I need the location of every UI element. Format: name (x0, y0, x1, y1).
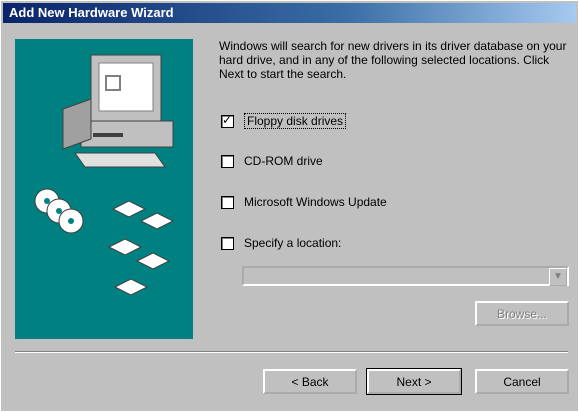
separator (15, 351, 568, 353)
intro-text: Windows will search for new drivers in i… (219, 39, 567, 81)
title-bar: Add New Hardware Wizard (3, 3, 576, 23)
next-button[interactable]: Next > (366, 368, 462, 395)
specify-location-checkbox[interactable] (221, 236, 234, 250)
windows-update-checkbox[interactable] (221, 195, 234, 209)
window-title: Add New Hardware Wizard (9, 5, 174, 20)
back-button[interactable]: < Back (263, 369, 357, 394)
computer-disks-icon (34, 54, 175, 296)
wizard-window: Add New Hardware Wizard Windows will sea… (0, 0, 579, 412)
windows-update-label: Microsoft Windows Update (244, 195, 387, 209)
location-combobox[interactable]: ▼ (242, 266, 569, 286)
floppy-label: Floppy disk drives (244, 113, 347, 129)
wizard-illustration (15, 39, 193, 339)
floppy-checkbox[interactable] (221, 113, 234, 128)
chevron-down-icon[interactable]: ▼ (549, 268, 567, 286)
cdrom-label: CD-ROM drive (244, 154, 323, 168)
option-cdrom[interactable]: CD-ROM drive (221, 154, 323, 168)
browse-button[interactable]: Browse... (475, 301, 569, 326)
option-windows-update[interactable]: Microsoft Windows Update (221, 195, 387, 209)
cdrom-checkbox[interactable] (221, 154, 234, 168)
option-specify-location[interactable]: Specify a location: (221, 236, 341, 250)
specify-location-label: Specify a location: (244, 236, 342, 250)
cancel-button[interactable]: Cancel (475, 369, 569, 394)
option-floppy[interactable]: Floppy disk drives (221, 113, 347, 129)
